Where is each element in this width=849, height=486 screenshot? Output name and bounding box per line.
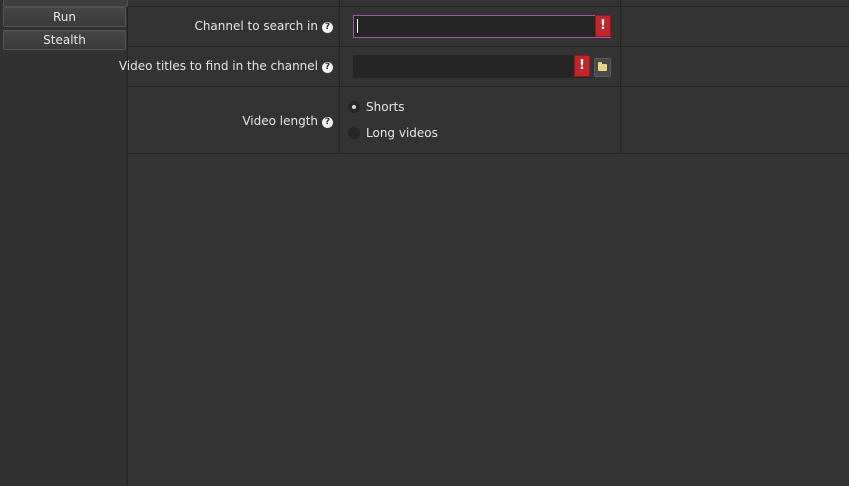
warning-icon: !: [574, 55, 590, 77]
channel-label: Channel to search in?: [194, 19, 333, 33]
radio-long-videos[interactable]: Long videos: [348, 126, 438, 140]
settings-panel: Channel to search in? ! Video titles to …: [119, 0, 849, 486]
top-button-partial[interactable]: [3, 0, 128, 7]
channel-input-cell: !: [340, 7, 621, 46]
folder-icon: [598, 64, 607, 71]
length-label: Video length?: [242, 114, 333, 128]
row-channel: Channel to search in? !: [128, 7, 849, 47]
row-partial: [128, 0, 849, 7]
radio-long-videos-label: Long videos: [366, 126, 438, 140]
browse-file-button[interactable]: [594, 58, 611, 77]
stealth-button[interactable]: Stealth: [3, 30, 126, 50]
length-input-cell: Shorts Long videos: [340, 87, 621, 153]
row-video-length: Video length? Shorts Long videos: [128, 87, 849, 154]
radio-shorts[interactable]: Shorts: [348, 100, 404, 114]
length-label-cell: Video length?: [128, 87, 340, 153]
radio-shorts-label: Shorts: [366, 100, 405, 114]
input-cell: [340, 0, 621, 6]
channel-search-input[interactable]: !: [353, 15, 611, 38]
titles-input-cell: !: [340, 47, 621, 86]
video-titles-input[interactable]: !: [353, 55, 590, 78]
channel-label-text: Channel to search in: [194, 19, 318, 33]
sidebar: Run Stealth: [0, 0, 128, 486]
length-label-text: Video length: [242, 114, 318, 128]
help-icon[interactable]: ?: [322, 22, 333, 33]
channel-label-cell: Channel to search in?: [128, 7, 340, 46]
run-button[interactable]: Run: [3, 7, 126, 27]
radio-unchecked-icon: [348, 127, 360, 139]
warning-icon: !: [595, 15, 611, 37]
row-titles: Video titles to find in the channel? !: [119, 47, 849, 87]
help-icon[interactable]: ?: [322, 62, 333, 73]
titles-label: Video titles to find in the channel?: [119, 59, 333, 73]
label-cell: [128, 0, 340, 6]
titles-label-cell: Video titles to find in the channel?: [119, 47, 340, 86]
help-icon[interactable]: ?: [322, 117, 333, 128]
radio-checked-icon: [348, 101, 360, 113]
titles-label-text: Video titles to find in the channel: [118, 59, 318, 73]
text-caret: [357, 19, 358, 33]
